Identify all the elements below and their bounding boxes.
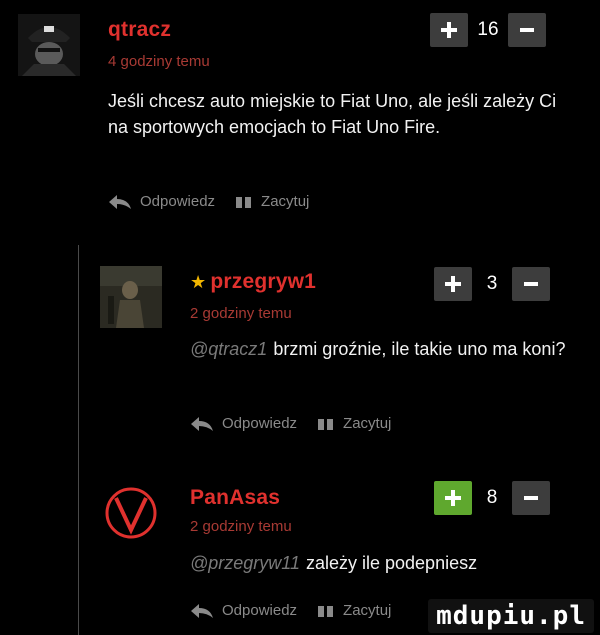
comment-author[interactable]: PanAsas	[190, 486, 280, 510]
quote-button[interactable]: Zacytuj	[317, 602, 391, 619]
mention-link[interactable]: @przegryw11	[190, 553, 300, 573]
upvote-button[interactable]	[434, 481, 472, 515]
comment-timestamp: 2 godziny temu	[190, 305, 292, 322]
reply-button[interactable]: Odpowiedz	[190, 415, 297, 432]
comment-text: @przegryw11 zależy ile podepniesz	[190, 553, 478, 573]
vote-controls: 16	[430, 13, 546, 47]
reply-thread-line	[78, 245, 79, 635]
comment-timestamp: 4 godziny temu	[108, 53, 210, 70]
comment-text: @qtracz1 brzmi groźnie, ile takie uno ma …	[190, 339, 566, 359]
downvote-button[interactable]	[512, 267, 550, 301]
comment-actions: Odpowiedz Zacytuj	[108, 193, 329, 210]
minus-icon	[524, 496, 538, 500]
minus-icon	[520, 28, 534, 32]
downvote-button[interactable]	[512, 481, 550, 515]
site-watermark: mdupiu.pl	[428, 599, 594, 633]
avatar[interactable]	[100, 266, 162, 328]
avatar[interactable]	[100, 482, 162, 544]
plus-icon	[445, 276, 461, 292]
quote-icon	[318, 418, 334, 430]
comment-text: Jeśli chcesz auto miejskie to Fiat Uno, …	[108, 91, 557, 137]
quote-button[interactable]: Zacytuj	[235, 193, 309, 210]
reply-button[interactable]: Odpowiedz	[190, 602, 297, 619]
upvote-button[interactable]	[430, 13, 468, 47]
vote-count: 3	[486, 273, 498, 294]
plus-icon	[445, 490, 461, 506]
minus-icon	[524, 282, 538, 286]
star-icon: ★	[190, 272, 207, 292]
quote-button[interactable]: Zacytuj	[317, 415, 391, 432]
comment-actions: Odpowiedz Zacytuj	[190, 602, 411, 619]
reply-icon	[109, 194, 131, 209]
comment-timestamp: 2 godziny temu	[190, 518, 292, 535]
comment-author[interactable]: qtracz	[108, 18, 171, 42]
vote-count: 8	[486, 487, 498, 508]
mention-link[interactable]: @qtracz1	[190, 339, 267, 359]
vote-count: 16	[477, 19, 499, 40]
vote-controls: 8	[434, 481, 550, 515]
upvote-button[interactable]	[434, 267, 472, 301]
quote-icon	[236, 196, 252, 208]
reply-icon	[191, 416, 213, 431]
quote-icon	[318, 605, 334, 617]
vote-controls: 3	[434, 267, 550, 301]
plus-icon	[441, 22, 457, 38]
downvote-button[interactable]	[508, 13, 546, 47]
comment-actions: Odpowiedz Zacytuj	[190, 415, 411, 432]
reply-icon	[191, 603, 213, 618]
avatar[interactable]	[18, 14, 80, 76]
reply-button[interactable]: Odpowiedz	[108, 193, 215, 210]
comment-author[interactable]: ★ przegryw1	[190, 270, 316, 294]
